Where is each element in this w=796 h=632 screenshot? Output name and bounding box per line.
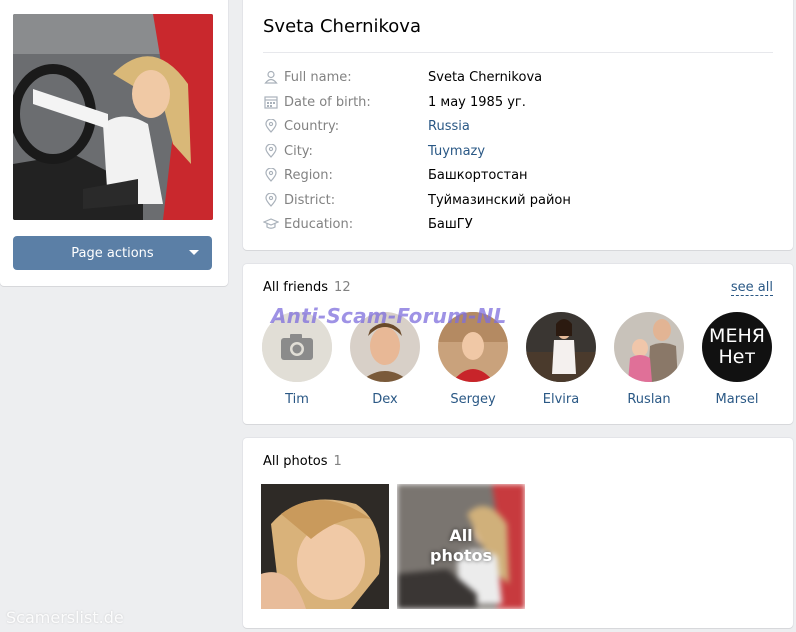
info-value: Sveta Chernikova	[428, 69, 543, 85]
info-row-education: Education: БашГУ	[263, 214, 773, 234]
profile-sidebar-card: Page actions	[0, 0, 228, 286]
friend-avatar	[526, 312, 596, 382]
photos-card: All photos 1 All photos	[243, 438, 793, 628]
friend-name: Elvira	[542, 392, 580, 407]
friend-item[interactable]: МЕНЯ Нет Marsel	[697, 312, 777, 407]
location-icon	[263, 118, 279, 134]
info-label: Full name:	[284, 69, 352, 85]
profile-info-card: Sveta Chernikova Full name: Sveta Cherni…	[243, 0, 793, 250]
info-value: Туймазинский район	[428, 192, 571, 208]
info-label: Country:	[284, 118, 340, 134]
friend-name: Ruslan	[627, 392, 671, 407]
graduation-cap-icon	[263, 216, 279, 232]
page-title: Sveta Chernikova	[263, 16, 421, 37]
friend-name: Marsel	[715, 392, 759, 407]
friend-name: Tim	[285, 392, 309, 407]
city-link[interactable]: Tuymazy	[428, 144, 485, 159]
friends-header[interactable]: All friends 12	[263, 280, 351, 295]
friend-item[interactable]: Elvira	[521, 312, 601, 407]
info-row-city: City: Tuymazy	[263, 141, 773, 161]
photos-title: All photos	[263, 454, 328, 469]
info-label: District:	[284, 192, 336, 208]
location-icon	[263, 192, 279, 208]
friends-card: All friends 12 see all Tim Dex Sergey El…	[243, 264, 793, 424]
info-value: 1 мау 1985 уг.	[428, 94, 526, 110]
info-value: Башкортостан	[428, 167, 528, 183]
location-icon	[263, 143, 279, 159]
page-actions-button[interactable]: Page actions	[13, 236, 212, 270]
friends-count: 12	[334, 280, 351, 295]
friend-avatar	[614, 312, 684, 382]
see-all-friends-link[interactable]: see all	[730, 280, 773, 296]
all-photos-label-line: photos	[430, 546, 492, 565]
profile-avatar[interactable]	[13, 14, 213, 220]
info-label: Education:	[284, 216, 354, 232]
friend-item[interactable]: Ruslan	[609, 312, 689, 407]
info-row-full-name: Full name: Sveta Chernikova	[263, 67, 773, 87]
forum-watermark: Anti-Scam-Forum-NL	[271, 304, 507, 328]
photos-header[interactable]: All photos 1	[263, 454, 342, 469]
info-row-district: District: Туймазинский район	[263, 190, 773, 210]
all-photos-label-line: All	[449, 526, 473, 545]
divider	[263, 52, 773, 53]
person-icon	[263, 69, 279, 85]
info-row-region: Region: Башкортостан	[263, 165, 773, 185]
calendar-icon	[263, 94, 279, 110]
location-icon	[263, 167, 279, 183]
info-value: БашГУ	[428, 216, 473, 232]
friend-name: Sergey	[450, 392, 496, 407]
photos-count: 1	[333, 454, 342, 469]
photo-thumbnail[interactable]	[261, 484, 389, 609]
friend-avatar: МЕНЯ Нет	[702, 312, 772, 382]
info-row-country: Country: Russia	[263, 116, 773, 136]
avatar-text: Нет	[718, 346, 756, 368]
info-label: Region:	[284, 167, 333, 183]
avatar-text: МЕНЯ	[709, 325, 765, 347]
info-label: Date of birth:	[284, 94, 371, 110]
info-row-date-of-birth: Date of birth: 1 мау 1985 уг.	[263, 92, 773, 112]
all-photos-label: All photos	[397, 526, 525, 566]
info-label: City:	[284, 143, 313, 159]
site-watermark: Scamerslist.de	[6, 608, 124, 627]
friends-title: All friends	[263, 280, 329, 295]
page-actions-label: Page actions	[71, 245, 154, 261]
friend-name: Dex	[372, 392, 398, 407]
all-photos-tile[interactable]: All photos	[397, 484, 525, 609]
chevron-down-icon	[189, 250, 199, 255]
country-link[interactable]: Russia	[428, 119, 470, 134]
